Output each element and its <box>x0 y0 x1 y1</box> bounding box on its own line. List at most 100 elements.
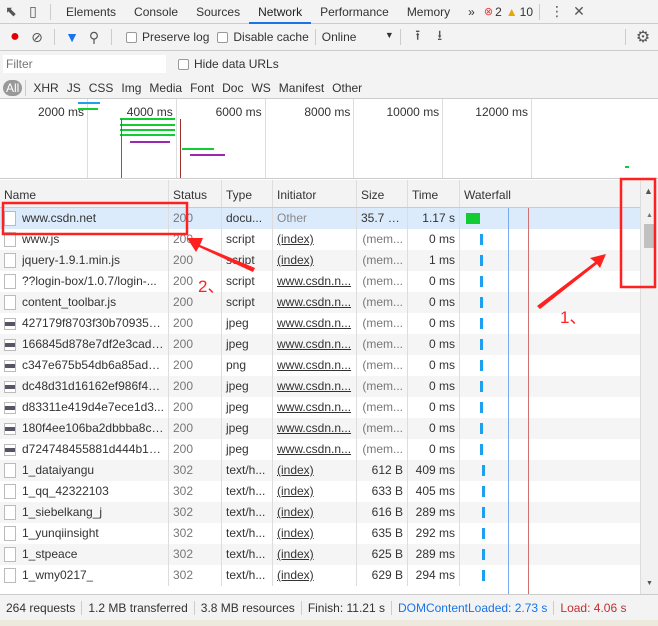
type-filter-img[interactable]: Img <box>117 81 145 95</box>
import-har-icon[interactable]: ⭱ <box>407 25 429 49</box>
error-count[interactable]: 2 <box>495 5 502 19</box>
warning-count[interactable]: 10 <box>520 5 533 19</box>
more-options-icon[interactable]: ⋮ <box>546 3 568 20</box>
table-scrollbar[interactable]: ▲ ▲ ▼ <box>640 180 658 594</box>
column-size[interactable]: Size <box>357 180 408 207</box>
table-row[interactable]: d83311e419d4e7ece1d3... 200 jpeg www.csd… <box>0 397 640 418</box>
cell-initiator[interactable]: www.csdn.n... <box>273 376 357 397</box>
table-row[interactable]: d724748455881d444b1d... 200 jpeg www.csd… <box>0 439 640 460</box>
record-icon[interactable]: ● <box>4 28 26 46</box>
cell-initiator[interactable]: (index) <box>273 565 357 586</box>
type-filter-media[interactable]: Media <box>145 81 186 95</box>
table-row[interactable]: 1_stpeace 302 text/h... (index) 625 B 28… <box>0 544 640 565</box>
type-filter-xhr[interactable]: XHR <box>29 81 62 95</box>
waterfall-bar <box>480 297 483 308</box>
table-row[interactable]: 1_qq_42322103 302 text/h... (index) 633 … <box>0 481 640 502</box>
tab-memory[interactable]: Memory <box>398 0 459 24</box>
request-count: 264 requests <box>0 600 83 615</box>
table-row[interactable]: 1_dataiyangu 302 text/h... (index) 612 B… <box>0 460 640 481</box>
column-name[interactable]: Name <box>0 180 169 207</box>
divider <box>111 29 112 45</box>
filter-input[interactable] <box>3 55 166 73</box>
cell-initiator[interactable]: (index) <box>273 481 357 502</box>
type-filter-doc[interactable]: Doc <box>218 81 247 95</box>
table-row[interactable]: content_toolbar.js 200 script www.csdn.n… <box>0 292 640 313</box>
tab-performance[interactable]: Performance <box>311 0 398 24</box>
more-tabs-button[interactable]: » <box>459 0 484 24</box>
cell-initiator[interactable]: www.csdn.n... <box>273 292 357 313</box>
tab-network[interactable]: Network <box>249 0 312 24</box>
type-filter-all[interactable]: All <box>3 79 23 96</box>
type-filter-js[interactable]: JS <box>63 81 85 95</box>
table-row[interactable]: ??login-box/1.0.7/login-... 200 script w… <box>0 271 640 292</box>
hide-data-urls-checkbox[interactable] <box>178 58 189 70</box>
error-icon[interactable]: ⊗ <box>484 5 493 18</box>
column-status[interactable]: Status <box>169 180 222 207</box>
column-type[interactable]: Type <box>222 180 273 207</box>
table-row[interactable]: 1_yunqiinsight 302 text/h... (index) 635… <box>0 523 640 544</box>
scroll-down-arrow[interactable]: ▼ <box>646 580 653 587</box>
cell-initiator[interactable]: (index) <box>273 523 357 544</box>
table-row[interactable]: www.csdn.net 200 docu... Other 35.7 KB 1… <box>0 208 640 229</box>
throttling-select[interactable]: Online ▼ <box>322 30 394 44</box>
cell-initiator[interactable]: www.csdn.n... <box>273 439 357 460</box>
type-filter-css[interactable]: CSS <box>85 81 118 95</box>
divider <box>539 3 540 20</box>
table-row[interactable]: 1_wmy0217_ 302 text/h... (index) 629 B 2… <box>0 565 640 586</box>
table-row[interactable]: c347e675b54db6a85ad0... 200 png www.csdn… <box>0 355 640 376</box>
scroll-up-arrow[interactable]: ▲ <box>646 212 653 219</box>
export-har-icon[interactable]: ⭳ <box>429 25 451 49</box>
type-filter-font[interactable]: Font <box>186 81 218 95</box>
cell-initiator[interactable]: (index) <box>273 502 357 523</box>
table-row[interactable]: dc48d31d16162ef986f48... 200 jpeg www.cs… <box>0 376 640 397</box>
cell-initiator[interactable]: (index) <box>273 229 357 250</box>
cell-initiator[interactable]: (index) <box>273 250 357 271</box>
tab-sources[interactable]: Sources <box>187 0 249 24</box>
cell-initiator[interactable]: www.csdn.n... <box>273 334 357 355</box>
table-row[interactable]: 1_siebelkang_j 302 text/h... (index) 616… <box>0 502 640 523</box>
table-row[interactable]: 427179f8703f30b70935b... 200 jpeg www.cs… <box>0 313 640 334</box>
network-overview-timeline[interactable]: 2000 ms 4000 ms 6000 ms 8000 ms 10000 ms 1200… <box>0 99 658 179</box>
column-waterfall[interactable]: Waterfall <box>460 180 640 207</box>
cell-time: 294 ms <box>408 565 460 586</box>
disable-cache-checkbox[interactable] <box>217 31 229 43</box>
filter-icon[interactable]: ▼ <box>61 29 83 45</box>
cell-time: 1 ms <box>408 250 460 271</box>
table-row[interactable]: 180f4ee106ba2dbbba8c1... 200 jpeg www.cs… <box>0 418 640 439</box>
request-name: 1_stpeace <box>22 547 78 561</box>
table-row[interactable]: jquery-1.9.1.min.js 200 script (index) (… <box>0 250 640 271</box>
table-row[interactable]: www.js 200 script (index) (mem... 0 ms <box>0 229 640 250</box>
column-time[interactable]: Time <box>408 180 460 207</box>
cell-initiator[interactable]: www.csdn.n... <box>273 271 357 292</box>
cell-initiator[interactable]: www.csdn.n... <box>273 418 357 439</box>
scrollbar-thumb[interactable] <box>644 224 655 248</box>
search-icon[interactable]: ⚲ <box>83 29 105 46</box>
clear-icon[interactable]: ⊘ <box>26 29 48 46</box>
cell-initiator[interactable]: (index) <box>273 544 357 565</box>
overview-request-bar <box>120 124 175 126</box>
tab-elements[interactable]: Elements <box>57 0 125 24</box>
type-filter-manifest[interactable]: Manifest <box>275 81 328 95</box>
preserve-log-checkbox[interactable] <box>126 31 137 43</box>
cell-initiator[interactable]: www.csdn.n... <box>273 397 357 418</box>
cell-initiator[interactable]: www.csdn.n... <box>273 355 357 376</box>
request-name: 1_yunqiinsight <box>22 526 99 540</box>
settings-gear-icon[interactable]: ⚙ <box>632 27 654 47</box>
cell-waterfall <box>460 523 640 544</box>
close-icon[interactable]: ✕ <box>568 3 590 20</box>
inspect-element-icon[interactable]: ⬉ <box>0 3 22 20</box>
overview-tick-label: 12000 ms <box>475 105 528 119</box>
cell-initiator[interactable]: www.csdn.n... <box>273 313 357 334</box>
cell-initiator[interactable]: (index) <box>273 460 357 481</box>
table-row[interactable]: 166845d878e7df2e3cadf... 200 jpeg www.cs… <box>0 334 640 355</box>
cell-name: jquery-1.9.1.min.js <box>0 250 169 271</box>
tab-console[interactable]: Console <box>125 0 187 24</box>
cell-time: 289 ms <box>408 544 460 565</box>
cell-initiator[interactable]: Other <box>273 208 357 229</box>
device-toolbar-icon[interactable]: ▯ <box>22 3 44 20</box>
cell-name: 427179f8703f30b70935b... <box>0 313 169 334</box>
type-filter-other[interactable]: Other <box>328 81 366 95</box>
warning-icon[interactable]: ▲ <box>506 5 518 19</box>
column-initiator[interactable]: Initiator <box>273 180 357 207</box>
type-filter-ws[interactable]: WS <box>247 81 274 95</box>
